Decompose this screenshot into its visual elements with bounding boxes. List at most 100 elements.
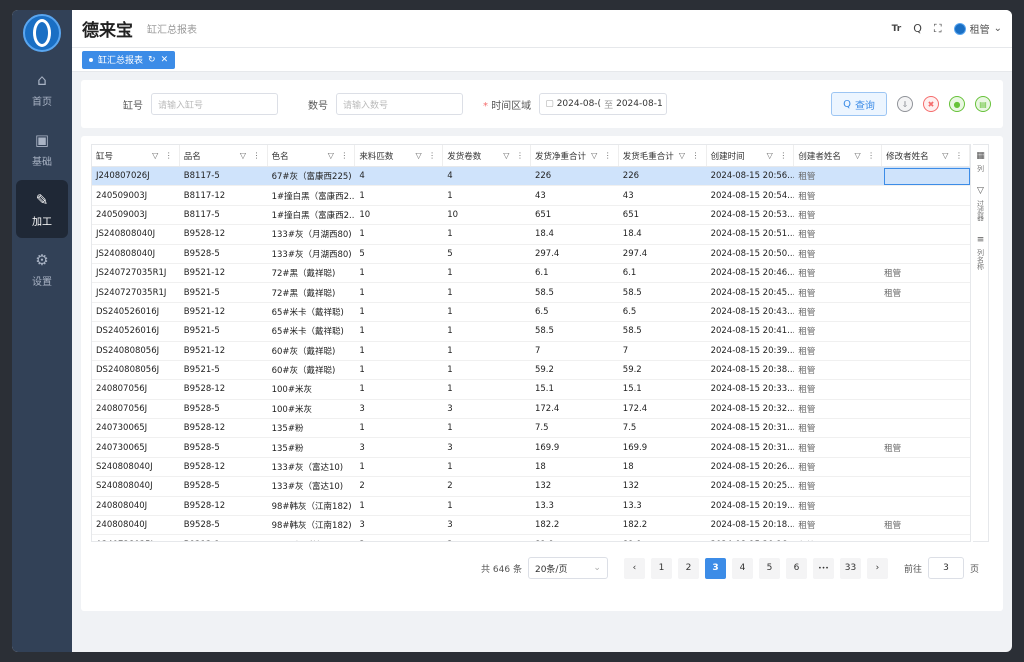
table-cell[interactable] bbox=[882, 400, 970, 418]
table-cell[interactable]: 6.1 bbox=[531, 264, 619, 282]
column-filter-menu-icon[interactable]: ▽ ⋮ bbox=[942, 151, 965, 160]
table-cell[interactable]: DS240526016J bbox=[92, 322, 180, 340]
table-row[interactable]: 240509003J B8117-12 1#撞白黑（富康西2... 1 1 43 43 202… bbox=[92, 186, 970, 206]
page-button[interactable]: 3 bbox=[704, 557, 726, 579]
column-filter-menu-icon[interactable]: ▽ ⋮ bbox=[152, 151, 175, 160]
table-cell[interactable]: 240807056J bbox=[92, 380, 180, 398]
table-row[interactable]: DS240808056J B9521-5 60#灰（戴祥聪) 1 1 59.2 59.2 20… bbox=[92, 361, 970, 381]
table-cell[interactable]: 1 bbox=[443, 419, 531, 437]
last-page-button[interactable]: 33 bbox=[839, 557, 861, 579]
next-page-button[interactable]: › bbox=[866, 557, 888, 579]
table-cell[interactable]: B8117-12 bbox=[180, 186, 268, 204]
table-cell[interactable]: 13.3 bbox=[619, 497, 707, 515]
table-cell[interactable]: 1 bbox=[443, 497, 531, 515]
table-row[interactable]: 240807056J B9528-5 100#米灰 3 3 172.4 172.4 2024-… bbox=[92, 400, 970, 420]
table-cell[interactable] bbox=[882, 458, 970, 476]
side-panel-label[interactable]: 过滤器 bbox=[976, 200, 986, 221]
table-cell[interactable]: 租管 bbox=[794, 225, 882, 243]
column-filter-menu-icon[interactable]: ▽ ⋮ bbox=[503, 151, 526, 160]
table-cell[interactable]: 72#黑（戴祥聪) bbox=[268, 264, 356, 282]
table-cell[interactable]: B9528-5 bbox=[180, 438, 268, 456]
record-icon[interactable]: ● bbox=[949, 96, 965, 112]
column-header[interactable]: 修改者姓名 ▽ ⋮ bbox=[882, 145, 970, 166]
font-size-icon[interactable]: Tr bbox=[892, 24, 902, 34]
table-cell[interactable]: 133#灰（月湖西80) bbox=[268, 245, 356, 263]
table-cell[interactable]: 2 bbox=[443, 477, 531, 495]
refresh-icon[interactable]: ↻ bbox=[148, 55, 156, 65]
column-filter-menu-icon[interactable]: ▽ ⋮ bbox=[854, 151, 877, 160]
table-cell[interactable] bbox=[882, 186, 970, 204]
page-button[interactable]: 4 bbox=[731, 557, 753, 579]
table-cell[interactable]: 18.4 bbox=[531, 225, 619, 243]
table-cell[interactable]: 2024-08-15 20:18... bbox=[707, 516, 795, 534]
table-cell[interactable] bbox=[882, 225, 970, 243]
table-cell[interactable]: 58.5 bbox=[531, 283, 619, 301]
table-cell[interactable]: 4 bbox=[355, 167, 443, 185]
table-cell[interactable]: 172.4 bbox=[619, 400, 707, 418]
table-cell[interactable] bbox=[882, 497, 970, 515]
table-cell[interactable]: 租管 bbox=[794, 419, 882, 437]
table-cell[interactable]: DS240808056J bbox=[92, 342, 180, 360]
table-cell[interactable]: 2 bbox=[355, 535, 443, 541]
table-cell[interactable]: 1 bbox=[355, 264, 443, 282]
delete-icon[interactable]: ✖ bbox=[923, 96, 939, 112]
table-cell[interactable]: 240808040J bbox=[92, 497, 180, 515]
goto-page-input[interactable]: 3 bbox=[927, 557, 964, 579]
table-cell[interactable]: 2024-08-15 20:53... bbox=[707, 206, 795, 224]
table-cell[interactable]: 租管 bbox=[794, 400, 882, 418]
table-cell[interactable]: 租管 bbox=[794, 497, 882, 515]
table-cell[interactable]: 18.4 bbox=[619, 225, 707, 243]
table-cell[interactable]: 1 bbox=[355, 225, 443, 243]
column-header[interactable]: 创建时间 ▽ ⋮ bbox=[707, 145, 795, 166]
column-filter-menu-icon[interactable]: ▽ ⋮ bbox=[767, 151, 790, 160]
table-cell[interactable]: 226 bbox=[619, 167, 707, 185]
table-cell[interactable]: 5 bbox=[355, 245, 443, 263]
table-cell[interactable]: B9213-1 bbox=[180, 535, 268, 541]
table-cell[interactable]: 43 bbox=[531, 186, 619, 204]
table-cell[interactable]: 1 bbox=[443, 225, 531, 243]
sidebar-item-0[interactable]: ⌂ 首页 bbox=[16, 60, 68, 118]
table-row[interactable]: S240808040J B9528-12 133#灰（富达10) 1 1 18 18 2024… bbox=[92, 458, 970, 478]
table-cell[interactable]: 1 bbox=[355, 497, 443, 515]
table-cell[interactable]: 1 bbox=[443, 342, 531, 360]
column-header[interactable]: 缸号 ▽ ⋮ bbox=[92, 145, 180, 166]
table-row[interactable]: J240807026J B8117-5 67#灰（富康西225) 4 4 226 226 20… bbox=[92, 167, 970, 187]
table-cell[interactable]: S240808040J bbox=[92, 458, 180, 476]
table-cell[interactable]: 1 bbox=[355, 419, 443, 437]
table-cell[interactable]: 182.2 bbox=[531, 516, 619, 534]
table-cell[interactable]: DS240808056J bbox=[92, 361, 180, 379]
table-cell[interactable]: 1#撞白黑（富康西2... bbox=[268, 186, 356, 204]
table-cell[interactable]: 1 bbox=[443, 322, 531, 340]
table-cell[interactable]: 240730065J bbox=[92, 438, 180, 456]
table-cell[interactable]: B9528-12 bbox=[180, 419, 268, 437]
table-cell[interactable]: 2024-08-15 20:51... bbox=[707, 225, 795, 243]
table-cell[interactable]: B9521-12 bbox=[180, 303, 268, 321]
column-filter-menu-icon[interactable]: ▽ ⋮ bbox=[328, 151, 351, 160]
table-cell[interactable]: 7.5 bbox=[531, 419, 619, 437]
table-cell[interactable]: 240509003J bbox=[92, 186, 180, 204]
table-cell[interactable]: 15.1 bbox=[619, 380, 707, 398]
table-cell[interactable]: B9528-12 bbox=[180, 380, 268, 398]
table-cell[interactable]: B9528-12 bbox=[180, 225, 268, 243]
table-cell[interactable]: 租管 bbox=[882, 438, 970, 456]
table-cell[interactable]: 3 bbox=[443, 516, 531, 534]
table-cell[interactable]: JS240808040J bbox=[92, 225, 180, 243]
table-cell[interactable]: B9521-12 bbox=[180, 264, 268, 282]
table-row[interactable]: DS240526016J B9521-12 65#米卡（戴祥聪) 1 1 6.5 6.5 20… bbox=[92, 303, 970, 323]
table-cell[interactable]: 租管 bbox=[794, 283, 882, 301]
list-icon[interactable]: ≡ bbox=[977, 235, 985, 245]
side-panel-label[interactable]: 列 bbox=[976, 165, 986, 172]
table-cell[interactable]: JS240727035R1J bbox=[92, 283, 180, 301]
table-row[interactable]: S240808040J B9528-5 133#灰（富达10) 2 2 132 132 202… bbox=[92, 477, 970, 497]
page-size-select[interactable]: 20条/页 ⌄ bbox=[527, 557, 608, 579]
table-cell[interactable]: B8117-5 bbox=[180, 206, 268, 224]
table-cell[interactable]: 18 bbox=[531, 458, 619, 476]
table-cell[interactable]: 2 bbox=[443, 535, 531, 541]
table-cell[interactable]: 132 bbox=[619, 477, 707, 495]
table-cell[interactable]: 240730065J bbox=[92, 419, 180, 437]
table-cell[interactable]: B9528-5 bbox=[180, 400, 268, 418]
columns-icon[interactable]: ▦ bbox=[976, 151, 985, 161]
table-cell[interactable]: 2024-08-15 20:33... bbox=[707, 380, 795, 398]
column-header[interactable]: 创建者姓名 ▽ ⋮ bbox=[794, 145, 883, 166]
table-cell[interactable]: 2024-08-15 20:16... bbox=[707, 535, 795, 541]
